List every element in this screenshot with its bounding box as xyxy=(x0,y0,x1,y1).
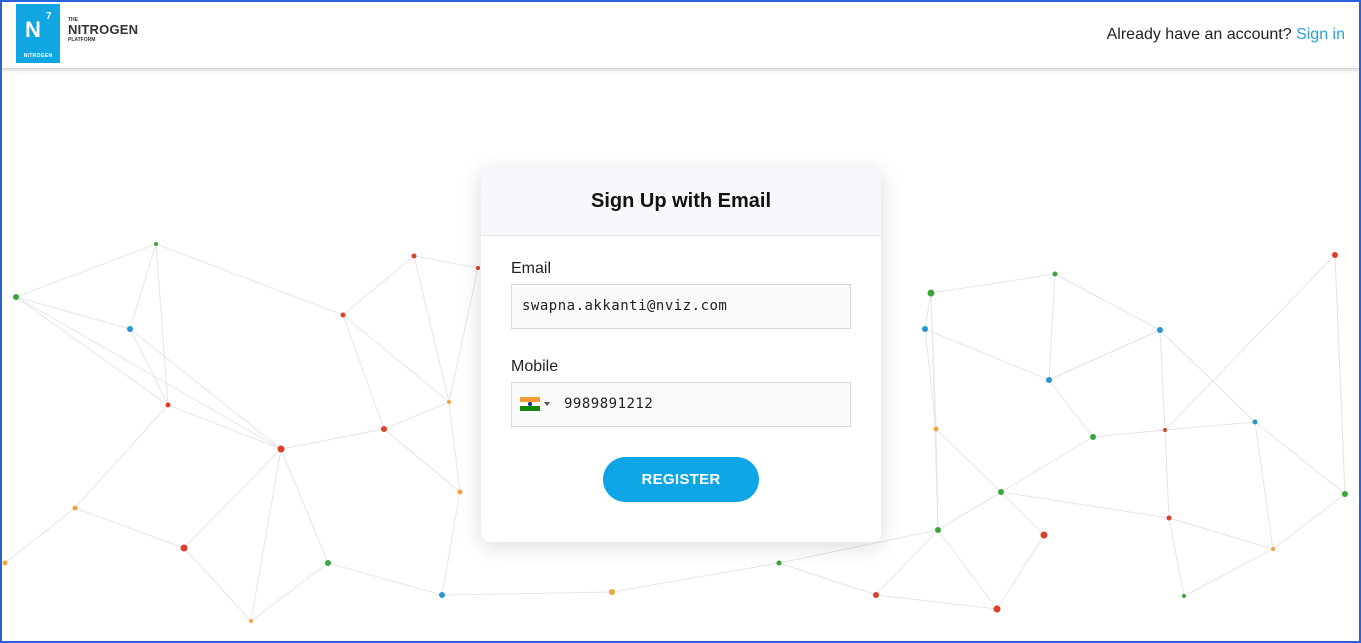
signin-link[interactable]: Sign in xyxy=(1296,26,1345,43)
network-node xyxy=(935,527,941,533)
network-node xyxy=(1332,252,1338,258)
network-node xyxy=(411,253,417,259)
mobile-number-value: 9989891212 xyxy=(564,396,654,412)
india-flag-icon[interactable] xyxy=(520,397,540,411)
network-node xyxy=(165,402,171,408)
network-node xyxy=(1271,547,1275,551)
network-node xyxy=(776,560,782,566)
form-title: Sign Up with Email xyxy=(481,168,881,236)
top-header: N 7 NITROGEN THE NITROGEN PLATFORM Alrea… xyxy=(0,0,1361,69)
wordmark-platform: PLATFORM xyxy=(68,37,96,43)
email-field[interactable]: swapna.akkanti@nviz.com xyxy=(511,284,851,329)
network-node xyxy=(180,544,188,552)
nitrogen-logo[interactable]: N 7 NITROGEN xyxy=(16,4,60,63)
network-node xyxy=(609,589,615,595)
mobile-label: Mobile xyxy=(511,358,559,375)
logo-symbol: N xyxy=(25,17,41,42)
network-node xyxy=(922,326,928,332)
network-node xyxy=(1252,419,1258,425)
network-node xyxy=(457,489,463,495)
country-dropdown-chevron-icon[interactable] xyxy=(544,402,550,406)
network-node xyxy=(933,426,939,432)
network-node xyxy=(325,560,331,566)
network-node xyxy=(1157,327,1163,333)
network-node xyxy=(381,426,387,432)
email-label: Email xyxy=(511,260,552,277)
signin-prompt: Already have an account? Sign in xyxy=(1107,26,1345,44)
logo-caption: NITROGEN xyxy=(23,53,53,59)
network-node xyxy=(154,242,158,246)
network-node xyxy=(873,592,879,598)
signup-card: Sign Up with Email Email swapna.akkanti@… xyxy=(481,168,881,542)
wordmark-main: NITROGEN xyxy=(68,22,139,37)
network-node xyxy=(277,445,285,453)
network-node xyxy=(1166,515,1172,521)
network-node xyxy=(439,592,445,598)
signin-prompt-text: Already have an account? xyxy=(1106,26,1292,43)
network-node xyxy=(1052,271,1058,277)
network-node xyxy=(1090,434,1096,440)
network-node xyxy=(476,266,480,270)
network-node xyxy=(1163,428,1167,432)
network-node xyxy=(2,560,8,566)
network-node xyxy=(72,505,78,511)
network-node xyxy=(340,312,346,318)
network-node xyxy=(1046,377,1052,383)
network-node xyxy=(249,619,253,623)
logo-superscript: 7 xyxy=(46,11,52,22)
logo-wordmark: THE NITROGEN PLATFORM xyxy=(68,17,138,43)
network-node xyxy=(13,294,19,300)
network-node xyxy=(1040,531,1048,539)
network-node xyxy=(998,489,1004,495)
network-node xyxy=(1342,491,1348,497)
network-node xyxy=(993,605,1001,613)
network-node xyxy=(447,400,451,404)
register-button[interactable]: REGISTER xyxy=(603,457,759,502)
mobile-field[interactable]: 9989891212 xyxy=(511,382,851,427)
network-node xyxy=(927,289,935,297)
network-node xyxy=(1182,594,1186,598)
network-node xyxy=(127,326,133,332)
